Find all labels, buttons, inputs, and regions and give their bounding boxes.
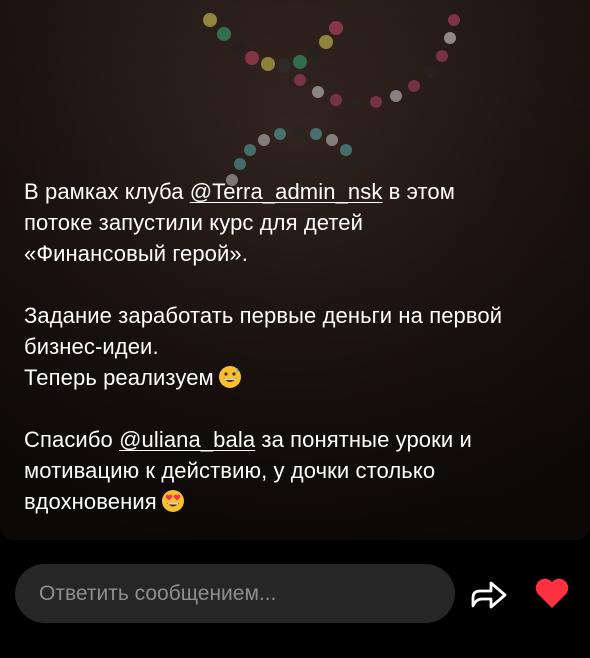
mention-uliana-bala[interactable]: @uliana_bala — [119, 427, 255, 452]
story-caption: В рамках клуба @Terra_admin_nsk в этом п… — [24, 176, 569, 517]
caption-paragraph-1: В рамках клуба @Terra_admin_nsk в этом п… — [24, 176, 569, 269]
caption-text: В рамках клуба — [24, 179, 190, 204]
reply-placeholder: Ответить сообщением... — [39, 581, 277, 605]
caption-line: бизнес-идеи. — [24, 334, 159, 359]
caption-paragraph-2: Задание заработать первые деньги на перв… — [24, 300, 569, 393]
caption-paragraph-3: Спасибо @uliana_bala за понятные уроки и… — [24, 424, 569, 517]
caption-line: вдохновения — [24, 486, 569, 517]
caption-line: В рамках клуба @Terra_admin_nsk в этом — [24, 176, 569, 207]
heart-icon[interactable] — [534, 576, 570, 610]
heart-eyes-emoji-icon — [161, 490, 184, 512]
mention-terra-admin-nsk[interactable]: @Terra_admin_nsk — [190, 179, 383, 204]
caption-text: Теперь реализуем — [24, 365, 214, 390]
caption-line: Теперь реализуем — [24, 362, 569, 393]
caption-line: Спасибо @uliana_bala за понятные уроки и — [24, 424, 569, 455]
caption-line: потоке запустили курс для детей — [24, 210, 364, 235]
grinning-sweat-emoji-icon — [218, 366, 241, 388]
caption-text: в этом — [382, 179, 455, 204]
reply-message-input[interactable]: Ответить сообщением... — [15, 564, 455, 623]
share-arrow-icon[interactable] — [470, 576, 508, 612]
caption-text: Спасибо — [24, 427, 120, 452]
caption-text: за понятные уроки и — [255, 427, 472, 452]
caption-line: мотивацию к действию, у дочки столько — [24, 458, 436, 483]
caption-line: «Финансовый герой». — [24, 241, 248, 266]
caption-text: вдохновения — [24, 489, 157, 514]
caption-line: Задание заработать первые деньги на перв… — [24, 303, 503, 328]
reply-bar: Ответить сообщением... — [0, 540, 590, 658]
story-content[interactable]: В рамках клуба @Terra_admin_nsk в этом п… — [0, 0, 590, 540]
